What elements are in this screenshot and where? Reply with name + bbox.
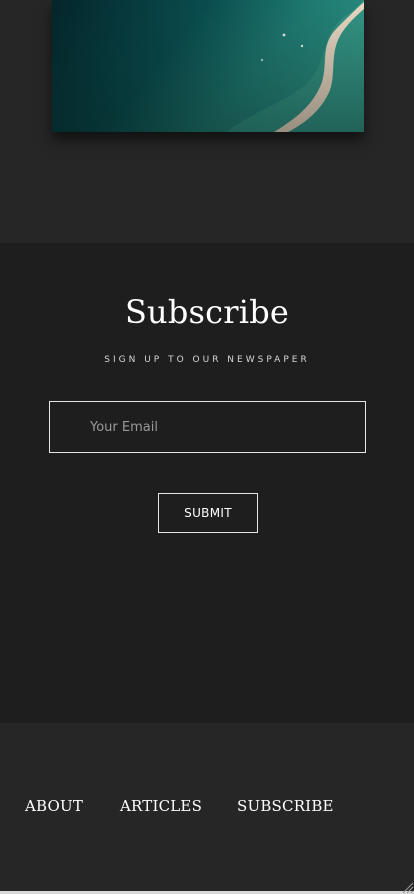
- nav-link-articles[interactable]: ARTICLES: [120, 797, 202, 815]
- subscribe-title: Subscribe: [124, 293, 290, 331]
- hero-image: [52, 0, 364, 132]
- nav-link-about[interactable]: ABOUT: [25, 797, 83, 815]
- hero-section: [0, 0, 414, 243]
- email-field[interactable]: [49, 401, 366, 453]
- submit-button[interactable]: SUBMIT: [158, 493, 258, 533]
- footer: ABOUT ARTICLES SUBSCRIBE: [0, 723, 414, 894]
- nav-link-subscribe[interactable]: SUBSCRIBE: [237, 797, 334, 815]
- footer-nav: ABOUT ARTICLES SUBSCRIBE: [0, 797, 414, 821]
- aerial-beach-photo: [52, 0, 364, 132]
- subscribe-section: Subscribe SIGN UP TO OUR NEWSPAPER SUBMI…: [0, 243, 414, 723]
- page: Subscribe SIGN UP TO OUR NEWSPAPER SUBMI…: [0, 0, 414, 894]
- subscribe-tagline: SIGN UP TO OUR NEWSPAPER: [104, 355, 310, 365]
- resize-grip-icon[interactable]: [400, 880, 414, 894]
